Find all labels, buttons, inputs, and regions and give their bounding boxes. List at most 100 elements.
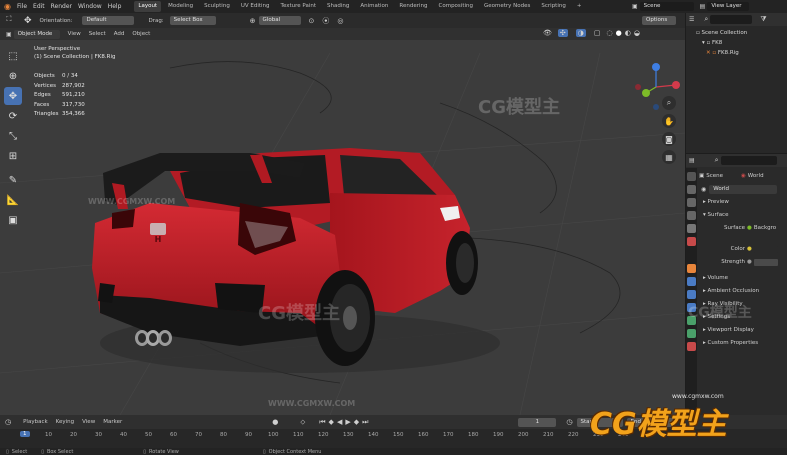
color-swatch[interactable] — [753, 246, 778, 253]
options-button[interactable]: Options — [642, 16, 676, 25]
outliner-item[interactable]: ✕ ▫ FK8.Rig — [696, 48, 787, 58]
ortho-grid-icon[interactable]: ▦ — [662, 150, 676, 164]
scale-tool-icon[interactable]: ⤡ — [4, 127, 22, 145]
shading-rendered-icon[interactable]: ◒ — [634, 29, 640, 37]
transform-orientation-icon[interactable]: ⊕ — [250, 17, 256, 25]
camera-view-icon[interactable]: ◙ — [662, 132, 676, 146]
zoom-icon[interactable]: ⌕ — [662, 96, 676, 110]
record-icon[interactable]: ● — [272, 418, 278, 426]
scene-tab-icon[interactable] — [687, 224, 696, 233]
menu-add[interactable]: Add — [114, 31, 125, 37]
move-tool-icon[interactable]: ✥ — [24, 16, 32, 26]
add-workspace-icon[interactable]: + — [573, 1, 586, 12]
shading-material-icon[interactable]: ◐ — [625, 29, 631, 37]
render-tab-icon[interactable] — [687, 185, 696, 194]
annotate-tool-icon[interactable]: ✎ — [4, 171, 22, 189]
proportional-edit-icon[interactable]: ◎ — [337, 17, 343, 25]
outliner-filter-icon[interactable]: ⧩ — [760, 15, 766, 24]
tab-texture-paint[interactable]: Texture Paint — [277, 1, 321, 12]
select-tool-icon[interactable]: ⬚ — [4, 47, 22, 65]
tab-layout[interactable]: Layout — [134, 1, 162, 12]
play-reverse-icon[interactable]: ◀ — [337, 418, 342, 426]
visibility-icon[interactable]: 👁 — [543, 29, 552, 37]
current-frame-input[interactable]: 1 — [518, 417, 557, 427]
menu-view[interactable]: View — [68, 31, 81, 37]
outliner-item[interactable]: ▾ ▫ FK8 — [696, 38, 787, 48]
world-tab-icon[interactable] — [687, 237, 696, 246]
section-ambient-occlusion[interactable]: ▸ Ambient Occlusion — [699, 285, 787, 298]
tab-rendering[interactable]: Rendering — [395, 1, 431, 12]
blender-logo-icon[interactable]: ◉ — [4, 2, 11, 11]
output-tab-icon[interactable] — [687, 198, 696, 207]
tab-sculpting[interactable]: Sculpting — [200, 1, 234, 12]
tab-animation[interactable]: Animation — [356, 1, 392, 12]
3d-viewport[interactable]: H ⛶ ✥ Orientation: Default Drag: Select … — [0, 13, 685, 415]
next-keyframe-icon[interactable]: ◆ — [354, 418, 359, 426]
drag-select[interactable]: Select Box — [169, 16, 216, 25]
cursor-tool-icon[interactable]: ⊕ — [4, 67, 22, 85]
menu-file[interactable]: File — [17, 3, 27, 10]
menu-window[interactable]: Window — [78, 3, 102, 10]
world-select[interactable]: World — [709, 184, 778, 194]
transform-orientation-select[interactable]: Global — [258, 16, 301, 25]
gizmo-toggle-icon[interactable]: ✣ — [557, 29, 568, 37]
rotate-tool-icon[interactable]: ⟳ — [4, 107, 22, 125]
measure-tool-icon[interactable]: 📐 — [4, 191, 22, 209]
data-tab-icon[interactable] — [687, 329, 696, 338]
menu-render[interactable]: Render — [51, 3, 72, 10]
tab-shading[interactable]: Shading — [323, 1, 353, 12]
modifier-tab-icon[interactable] — [687, 277, 696, 286]
scene-selector[interactable]: Scene — [639, 2, 694, 11]
add-cube-tool-icon[interactable]: ▣ — [4, 211, 22, 229]
move-tool-button-icon[interactable]: ✥ — [4, 87, 22, 105]
xray-icon[interactable]: ▢ — [594, 29, 601, 37]
view-layer-tab-icon[interactable] — [687, 211, 696, 220]
menu-help[interactable]: Help — [108, 3, 122, 10]
section-preview[interactable]: ▸ Preview — [699, 196, 787, 209]
shading-solid-icon[interactable]: ● — [616, 29, 622, 37]
jump-end-icon[interactable]: ⏭ — [362, 418, 368, 427]
properties-search-icon[interactable]: ⌕ — [715, 156, 719, 165]
editor-type-icon[interactable]: ⛶ — [2, 14, 16, 26]
timeline-menu-view[interactable]: View — [82, 419, 95, 425]
viewport-scene[interactable] — [0, 13, 685, 415]
play-icon[interactable]: ▶ — [345, 418, 350, 426]
overlays-icon[interactable]: ◑ — [575, 29, 586, 37]
section-volume[interactable]: ▸ Volume — [699, 272, 787, 285]
tab-compositing[interactable]: Compositing — [435, 1, 477, 12]
use-preview-range-icon[interactable]: ◷ — [566, 418, 572, 426]
properties-search-input[interactable] — [720, 156, 777, 165]
transform-tool-icon[interactable]: ⊞ — [4, 147, 22, 165]
prev-keyframe-icon[interactable]: ◆ — [329, 418, 334, 426]
outliner-search-icon[interactable]: ⌕ — [704, 15, 708, 24]
particles-tab-icon[interactable] — [687, 290, 696, 299]
section-custom-properties[interactable]: ▸ Custom Properties — [699, 337, 787, 350]
timeline-menu-keying[interactable]: Keying — [56, 419, 74, 425]
menu-edit[interactable]: Edit — [33, 3, 45, 10]
material-tab-icon[interactable] — [687, 342, 696, 351]
properties-editor-icon[interactable]: ▤ — [689, 157, 695, 164]
object-tab-icon[interactable] — [687, 264, 696, 273]
jump-start-icon[interactable]: ⏮ — [319, 418, 325, 427]
timeline-menu-playback[interactable]: Playback — [23, 419, 48, 425]
menu-select[interactable]: Select — [89, 31, 106, 37]
view-layer-selector[interactable]: View Layer — [707, 2, 750, 11]
keyframe-type-icon[interactable]: ⬦ — [300, 418, 305, 427]
shading-wireframe-icon[interactable]: ◌ — [607, 29, 613, 37]
outliner-scene-collection[interactable]: ▫ Scene Collection — [696, 28, 787, 38]
pivot-icon[interactable]: ⊙ — [309, 17, 315, 25]
orientation-select[interactable]: Default — [82, 16, 135, 25]
outliner-search-input[interactable] — [710, 15, 753, 24]
section-viewport-display[interactable]: ▸ Viewport Display — [699, 324, 787, 337]
strength-input[interactable] — [753, 259, 778, 266]
timeline-menu-marker[interactable]: Marker — [103, 419, 122, 425]
section-surface[interactable]: ▾ Surface — [699, 209, 787, 222]
current-frame-marker[interactable]: 1 — [20, 431, 30, 437]
snap-icon[interactable]: ⦿ — [322, 16, 329, 26]
expand-arrow-icon[interactable]: ▾ ▫ — [702, 40, 712, 46]
tab-geometry-nodes[interactable]: Geometry Nodes — [480, 1, 534, 12]
pan-hand-icon[interactable]: ✋ — [662, 114, 676, 128]
tool-tab-icon[interactable] — [687, 172, 696, 181]
timeline-editor-icon[interactable]: ◷ — [5, 418, 11, 426]
tab-scripting[interactable]: Scripting — [537, 1, 569, 12]
